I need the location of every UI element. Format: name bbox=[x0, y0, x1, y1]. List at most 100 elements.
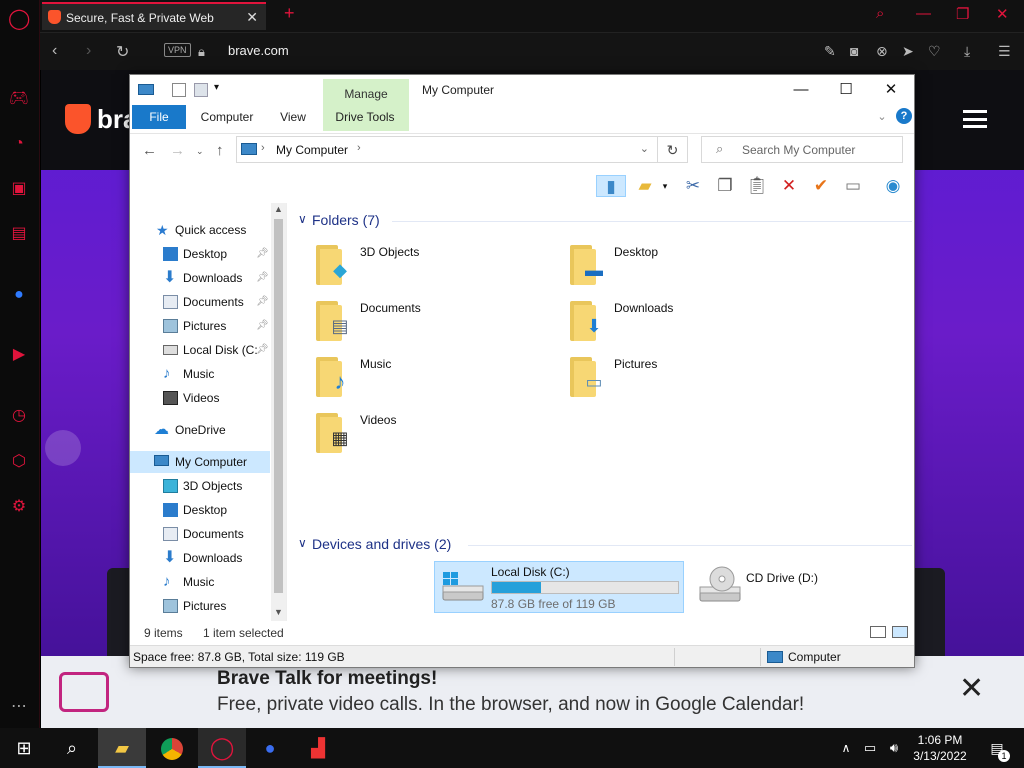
nav-item-3d-objects[interactable]: 3D Objects bbox=[130, 475, 270, 497]
up-arrow-icon[interactable]: ↑ bbox=[216, 142, 224, 159]
nav-item-downloads-2[interactable]: ⬇ Downloads bbox=[130, 547, 270, 569]
browser-tab[interactable]: Secure, Fast & Private Web ✕ bbox=[42, 2, 266, 30]
properties-icon[interactable] bbox=[172, 83, 186, 97]
nav-item-pictures[interactable]: Pictures 📌︎ bbox=[130, 315, 270, 337]
drive-cd-d[interactable]: CD Drive (D:) bbox=[692, 561, 914, 613]
collapse-chevron-icon[interactable]: ∨ bbox=[298, 536, 307, 550]
search-icon[interactable]: ⌕ bbox=[48, 728, 96, 768]
details-view-icon[interactable] bbox=[870, 626, 886, 638]
block-icon[interactable]: ⊗ bbox=[876, 43, 888, 60]
scroll-down-icon[interactable]: ▼ bbox=[274, 607, 283, 617]
clock[interactable]: 1:06 PM 3/13/2022 bbox=[908, 732, 972, 764]
network-globe-icon[interactable]: ◉ bbox=[882, 175, 904, 197]
edit-icon[interactable]: ✎ bbox=[824, 43, 836, 60]
folder-options-icon[interactable]: ▰ bbox=[634, 175, 656, 197]
cube-icon[interactable]: ⬡ bbox=[8, 451, 30, 473]
nav-item-downloads[interactable]: ⬇ Downloads 📌︎ bbox=[130, 267, 270, 289]
minimize-window-icon[interactable]: — bbox=[778, 79, 824, 101]
paste-icon[interactable]: 📋︎ bbox=[746, 175, 768, 197]
back-icon[interactable]: ‹ bbox=[52, 42, 57, 60]
scroll-up-icon[interactable]: ▲ bbox=[274, 204, 283, 214]
folder-documents[interactable]: ▤ Documents bbox=[314, 297, 554, 347]
address-bar[interactable]: › My Computer › ⌄ bbox=[236, 136, 658, 163]
forward-arrow-icon[interactable]: → bbox=[170, 142, 185, 159]
twitch-icon[interactable]: ▤ bbox=[8, 223, 30, 245]
app-taskbar-icon[interactable]: ▟ bbox=[294, 728, 342, 768]
options-dropdown-icon[interactable]: ▾ bbox=[654, 175, 676, 197]
brave-lion-icon[interactable] bbox=[65, 104, 91, 134]
banner-close-icon[interactable]: ✕ bbox=[959, 674, 984, 704]
close-icon[interactable]: ✕ bbox=[996, 5, 1009, 23]
file-explorer-taskbar-icon[interactable]: ▰ bbox=[98, 728, 146, 768]
nav-item-desktop-2[interactable]: Desktop bbox=[130, 499, 270, 521]
speedometer-icon[interactable]: ◔ bbox=[8, 133, 30, 155]
nav-item-onedrive[interactable]: ☁ OneDrive bbox=[130, 419, 270, 441]
refresh-button[interactable]: ↻ bbox=[658, 136, 688, 163]
nav-item-music-2[interactable]: ♪ Music bbox=[130, 571, 270, 593]
nav-item-local-disk[interactable]: Local Disk (C: 📌︎ bbox=[130, 339, 270, 361]
large-icons-view-icon[interactable] bbox=[892, 626, 908, 638]
nav-item-music[interactable]: ♪ Music bbox=[130, 363, 270, 385]
opera-taskbar-icon[interactable]: ◯ bbox=[198, 728, 246, 768]
drive-local-disk-c[interactable]: Local Disk (C:) 87.8 GB free of 119 GB bbox=[434, 561, 684, 613]
tab-computer[interactable]: Computer bbox=[192, 105, 262, 129]
tab-drive-tools[interactable]: Drive Tools bbox=[325, 105, 405, 129]
help-icon[interactable]: ? bbox=[896, 108, 912, 124]
close-window-icon[interactable]: ✕ bbox=[868, 79, 914, 101]
notifications-icon[interactable]: ▤ 1 bbox=[980, 728, 1014, 768]
settings-gear-icon[interactable]: ⚙ bbox=[8, 496, 30, 518]
recent-dropdown-icon[interactable]: ⌄ bbox=[196, 146, 204, 157]
pane-divider[interactable] bbox=[286, 203, 287, 621]
forward-icon[interactable]: › bbox=[86, 42, 91, 60]
nav-item-documents[interactable]: Documents 📌︎ bbox=[130, 291, 270, 313]
nav-item-desktop[interactable]: Desktop 📌︎ bbox=[130, 243, 270, 265]
expand-ribbon-icon[interactable]: ⌄ bbox=[874, 105, 890, 129]
camera-icon[interactable]: ◙ bbox=[850, 43, 858, 59]
url-field[interactable]: brave.com bbox=[228, 43, 289, 58]
reload-icon[interactable]: ↻ bbox=[116, 42, 129, 62]
vpn-badge[interactable]: VPN bbox=[164, 43, 191, 57]
group-header-folders[interactable]: ∨ Folders (7) bbox=[292, 209, 912, 233]
group-header-devices[interactable]: ∨ Devices and drives (2) bbox=[292, 533, 912, 557]
search-tabs-icon[interactable]: ⌕ bbox=[876, 5, 884, 22]
folder-downloads[interactable]: ⬇ Downloads bbox=[568, 297, 808, 347]
nav-item-documents-2[interactable]: Documents bbox=[130, 523, 270, 545]
player-icon[interactable]: ▶ bbox=[8, 344, 30, 366]
address-dropdown-icon[interactable]: ⌄ bbox=[640, 142, 649, 155]
restore-icon[interactable]: ❐ bbox=[956, 5, 969, 23]
scroll-thumb[interactable] bbox=[274, 219, 283, 593]
volume-icon[interactable]: 🔊︎ bbox=[882, 728, 906, 768]
tab-view[interactable]: View bbox=[270, 105, 316, 129]
back-arrow-icon[interactable]: ← bbox=[142, 142, 157, 159]
easy-setup-icon[interactable]: ☰ bbox=[998, 43, 1011, 60]
collapse-chevron-icon[interactable]: ∨ bbox=[298, 212, 307, 226]
nav-pane-scrollbar[interactable]: ▲ ▼ bbox=[271, 203, 286, 621]
folder-music[interactable]: ♪ Music bbox=[314, 353, 554, 403]
start-windows-icon[interactable]: ⊞ bbox=[0, 728, 48, 768]
history-icon[interactable]: ◷ bbox=[8, 405, 30, 427]
breadcrumb-chevron-icon[interactable]: › bbox=[261, 142, 265, 154]
download-icon[interactable]: ⤓ bbox=[964, 43, 970, 60]
nav-item-my-computer[interactable]: My Computer bbox=[130, 451, 270, 473]
folder-desktop[interactable]: ▬ Desktop bbox=[568, 241, 808, 291]
minimize-icon[interactable]: — bbox=[916, 5, 931, 22]
opera-logo-icon[interactable]: ◯ bbox=[8, 8, 30, 30]
tray-chevron-icon[interactable]: ∧ bbox=[834, 728, 858, 768]
heart-icon[interactable]: ♡ bbox=[928, 43, 941, 60]
copy-icon[interactable]: ❐ bbox=[714, 175, 736, 197]
rename-icon[interactable]: ▭ bbox=[842, 175, 864, 197]
delete-icon[interactable]: ✕ bbox=[778, 175, 800, 197]
nav-item-quick-access[interactable]: ★ Quick access bbox=[130, 219, 270, 241]
search-box[interactable]: ⌕ Search My Computer bbox=[701, 136, 903, 163]
network-icon[interactable]: ▭ bbox=[858, 728, 882, 768]
nav-item-videos[interactable]: Videos bbox=[130, 387, 270, 409]
chrome-taskbar-icon[interactable] bbox=[148, 728, 196, 768]
maximize-window-icon[interactable]: ☐ bbox=[823, 79, 869, 101]
qat-dropdown-icon[interactable]: ▾ bbox=[214, 82, 228, 96]
folder-pictures[interactable]: ▭ Pictures bbox=[568, 353, 808, 403]
briefcase-icon[interactable]: ▣ bbox=[8, 178, 30, 200]
tab-file[interactable]: File bbox=[132, 105, 186, 129]
lock-icon[interactable]: 🔒︎ bbox=[198, 44, 205, 60]
gamepad-icon[interactable]: 🎮︎ bbox=[8, 88, 30, 110]
tab-close-icon[interactable]: ✕ bbox=[246, 9, 258, 26]
